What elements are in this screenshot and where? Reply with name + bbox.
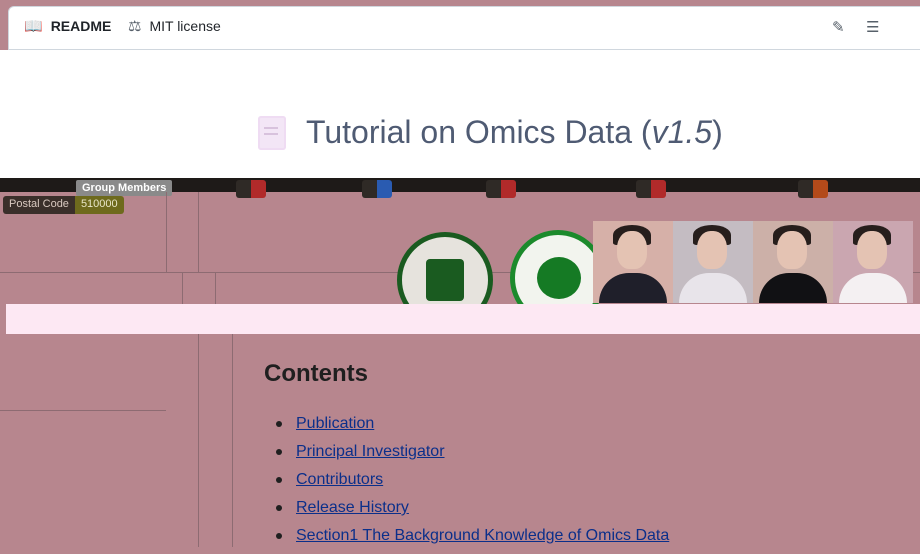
list-item: Contributors: [276, 470, 669, 498]
title-prefix: Tutorial on Omics Data (: [306, 114, 652, 150]
badge-postal-code: Postal Code 510000: [3, 196, 124, 214]
page-title: Tutorial on Omics Data (v1.5): [306, 114, 723, 151]
group-members-badge: Group Members: [76, 180, 173, 196]
tab-readme-label: README: [50, 18, 112, 34]
scale-icon: ⚖: [128, 18, 142, 35]
divider: [182, 272, 183, 304]
book-icon: 📖: [24, 18, 43, 35]
toc-link-publication[interactable]: Publication: [296, 415, 374, 432]
member-photo: [673, 221, 753, 303]
list-item: Section1 The Background Knowledge of Omi…: [276, 526, 669, 554]
postal-code-value: 510000: [74, 196, 124, 214]
divider: [198, 192, 199, 272]
divider: [198, 334, 199, 547]
toc-link-release-history[interactable]: Release History: [296, 499, 409, 516]
tab-readme[interactable]: 📖 README: [24, 16, 111, 36]
divider: [166, 192, 167, 272]
title-version: v1.5: [651, 114, 713, 150]
document-icon: [258, 116, 286, 150]
contents-list: Publication Principal Investigator Contr…: [276, 414, 669, 554]
postal-code-label: Postal Code: [3, 196, 75, 214]
tab-license-label: MIT license: [149, 18, 221, 34]
list-item: Release History: [276, 498, 669, 526]
title-suffix: ): [712, 114, 723, 150]
toc-link-contributors[interactable]: Contributors: [296, 471, 383, 488]
divider: [0, 410, 166, 411]
toc-link-section1[interactable]: Section1 The Background Knowledge of Omi…: [296, 527, 669, 544]
member-photo: [833, 221, 913, 303]
badge-languages: [636, 180, 667, 198]
badge-location: [798, 180, 829, 198]
badge-views: [362, 180, 393, 198]
contents-heading: Contents: [264, 360, 368, 387]
divider: [215, 272, 216, 304]
badge-followers: [486, 180, 517, 198]
pencil-icon[interactable]: ✎: [832, 18, 845, 36]
badge-visitors: [236, 180, 267, 198]
glitch-band: [6, 304, 920, 334]
list-item: Publication: [276, 414, 669, 442]
divider: [232, 334, 233, 547]
list-item: Principal Investigator: [276, 442, 669, 470]
toc-link-principal-investigator[interactable]: Principal Investigator: [296, 443, 445, 460]
list-icon[interactable]: ☰: [866, 18, 879, 36]
tab-license[interactable]: ⚖ MIT license: [128, 16, 221, 36]
member-photo: [753, 221, 833, 303]
member-photo: [593, 221, 673, 303]
